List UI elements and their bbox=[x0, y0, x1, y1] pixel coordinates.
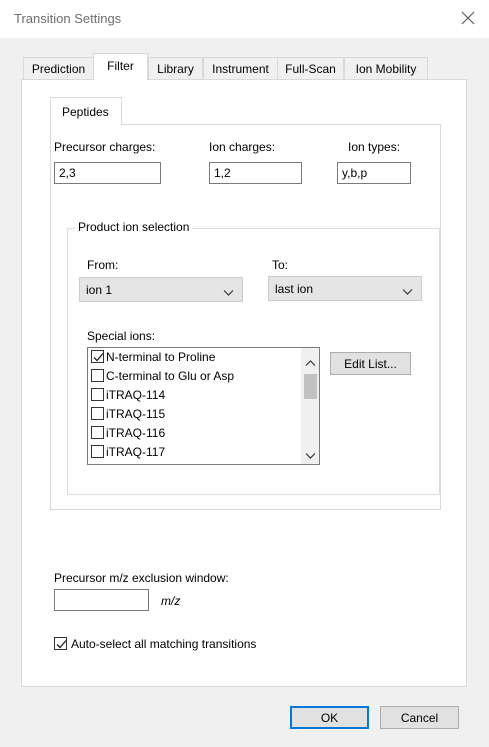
tab-label: Ion Mobility bbox=[355, 62, 417, 76]
tab-label: Filter bbox=[107, 59, 134, 73]
special-ion-label: iTRAQ-115 bbox=[106, 407, 166, 421]
mz-unit-label: m/z bbox=[161, 594, 181, 608]
ion-types-input[interactable]: y,b,p bbox=[337, 162, 411, 184]
special-ions-label: Special ions: bbox=[87, 329, 156, 343]
from-dropdown-value: ion 1 bbox=[86, 283, 113, 297]
special-ions-list[interactable]: N-terminal to Proline C-terminal to Glu … bbox=[87, 347, 320, 465]
to-dropdown[interactable]: last ion bbox=[268, 276, 422, 301]
list-item[interactable]: iTRAQ-115 bbox=[91, 407, 165, 424]
special-ion-label: iTRAQ-117 bbox=[106, 445, 166, 459]
chevron-down-icon bbox=[402, 285, 413, 295]
checkbox[interactable] bbox=[91, 350, 104, 363]
checkbox[interactable] bbox=[91, 445, 104, 458]
special-ion-label: iTRAQ-116 bbox=[106, 426, 166, 440]
edit-list-button[interactable]: Edit List... bbox=[330, 352, 411, 375]
exclusion-window-label: Precursor m/z exclusion window: bbox=[54, 571, 229, 585]
checkbox[interactable] bbox=[54, 637, 67, 650]
checkbox[interactable] bbox=[91, 388, 104, 401]
precursor-charges-input[interactable]: 2,3 bbox=[54, 162, 161, 184]
special-ion-label: iTRAQ-114 bbox=[106, 388, 166, 402]
list-item[interactable]: iTRAQ-114 bbox=[91, 388, 165, 405]
special-ion-label: N-terminal to Proline bbox=[106, 350, 216, 364]
tab-instrument[interactable]: Instrument bbox=[203, 57, 278, 79]
to-dropdown-value: last ion bbox=[275, 282, 314, 296]
ion-charges-label: Ion charges: bbox=[209, 140, 276, 154]
chevron-down-icon[interactable] bbox=[305, 449, 316, 463]
tab-label: Instrument bbox=[212, 62, 269, 76]
list-item[interactable]: iTRAQ-116 bbox=[91, 426, 165, 443]
close-icon[interactable] bbox=[456, 6, 480, 30]
tab-label: Full-Scan bbox=[285, 62, 336, 76]
tab-peptides[interactable]: Peptides bbox=[50, 97, 122, 125]
window-title: Transition Settings bbox=[14, 11, 122, 26]
ion-types-label: Ion types: bbox=[348, 140, 401, 154]
cancel-button[interactable]: Cancel bbox=[380, 706, 459, 729]
chevron-up-icon[interactable] bbox=[305, 356, 316, 370]
auto-select-checkbox[interactable]: Auto-select all matching transitions bbox=[54, 637, 256, 651]
from-label: From: bbox=[87, 258, 119, 272]
list-item[interactable]: N-terminal to Proline bbox=[91, 350, 215, 367]
scrollbar-thumb[interactable] bbox=[304, 374, 317, 399]
chevron-down-icon bbox=[223, 286, 234, 296]
tab-ion-mobility[interactable]: Ion Mobility bbox=[344, 57, 428, 79]
list-item[interactable]: C-terminal to Glu or Asp bbox=[91, 369, 234, 386]
ion-charges-input[interactable]: 1,2 bbox=[209, 162, 302, 184]
to-label: To: bbox=[272, 258, 289, 272]
vertical-scrollbar[interactable] bbox=[301, 348, 319, 464]
precursor-charges-label: Precursor charges: bbox=[54, 140, 156, 154]
exclusion-window-input[interactable] bbox=[54, 589, 149, 611]
tab-label: Library bbox=[157, 62, 194, 76]
checkbox[interactable] bbox=[91, 426, 104, 439]
tab-library[interactable]: Library bbox=[148, 57, 203, 79]
product-ion-selection-label: Product ion selection bbox=[75, 220, 193, 234]
ok-button[interactable]: OK bbox=[290, 706, 369, 729]
tab-label: Peptides bbox=[62, 105, 109, 119]
tab-filter[interactable]: Filter bbox=[93, 53, 148, 80]
tab-prediction[interactable]: Prediction bbox=[23, 57, 94, 79]
list-item[interactable]: iTRAQ-117 bbox=[91, 445, 165, 462]
from-dropdown[interactable]: ion 1 bbox=[79, 277, 243, 302]
tab-label: Prediction bbox=[31, 62, 86, 76]
checkbox[interactable] bbox=[91, 369, 104, 382]
title-bar: Transition Settings bbox=[0, 0, 489, 38]
special-ion-label: C-terminal to Glu or Asp bbox=[106, 369, 235, 383]
checkbox[interactable] bbox=[91, 407, 104, 420]
auto-select-label: Auto-select all matching transitions bbox=[71, 637, 257, 651]
tab-full-scan[interactable]: Full-Scan bbox=[277, 57, 344, 79]
